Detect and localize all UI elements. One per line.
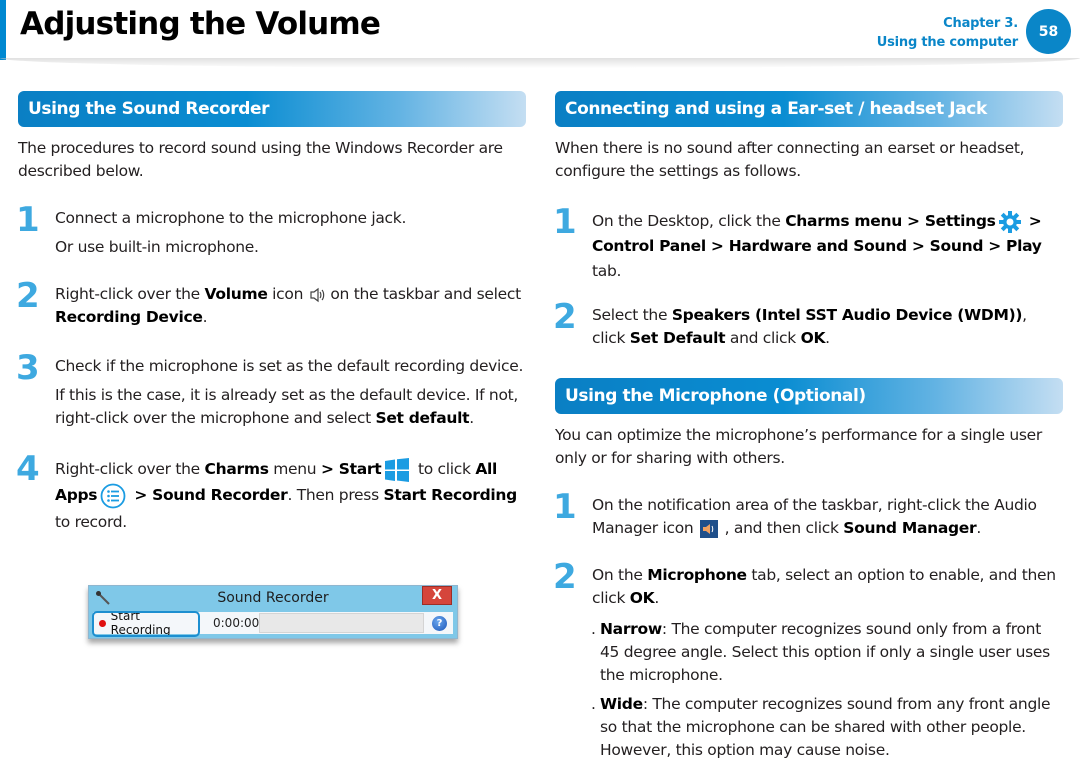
step-number: 2 <box>553 297 577 337</box>
header-accent-bar <box>0 0 6 60</box>
section-intro: When there is no sound after connecting … <box>555 139 1025 180</box>
help-icon[interactable]: ? <box>432 615 447 631</box>
step-text: Connect a microphone to the microphone j… <box>55 209 407 227</box>
step-1: 1 On the notification area of the taskba… <box>553 490 1063 540</box>
sound-recorder-title: Sound Recorder <box>217 590 329 606</box>
step-text: Select the Speakers (Intel SST Audio Dev… <box>592 306 1027 347</box>
step-text: Or use built-in microphone. <box>55 238 259 256</box>
close-button[interactable]: X <box>422 586 452 605</box>
step-number: 4 <box>16 449 40 489</box>
bullet-marker: . <box>591 620 596 638</box>
step-number: 2 <box>553 557 577 597</box>
step-2: 2 Right-click over the Volume icon on th… <box>16 279 526 329</box>
step-number: 2 <box>16 276 40 316</box>
start-recording-highlight <box>92 611 200 637</box>
step-2: 2 On the Microphone tab, select an optio… <box>553 560 1063 610</box>
step-number: 1 <box>553 487 577 527</box>
section-header-microphone: Using the Microphone (Optional) <box>555 378 1063 414</box>
recording-progress-bar <box>259 613 424 633</box>
step-1: 1 On the Desktop, click the Charms menu … <box>553 205 1063 284</box>
step-2: 2 Select the Speakers (Intel SST Audio D… <box>553 300 1063 350</box>
step-text: Right-click over the Charms menu > Start… <box>55 456 526 535</box>
section-header-sound-recorder: Using the Sound Recorder <box>18 91 526 127</box>
chapter-name: Using the computer <box>876 35 1018 50</box>
step-text: If this is the case, it is already set a… <box>55 386 519 427</box>
audio-manager-icon <box>700 519 719 538</box>
option-wide: . Wide: The computer recognizes sound fr… <box>591 695 1051 759</box>
step-number: 1 <box>553 202 577 242</box>
page-number-badge: 58 <box>1026 9 1071 54</box>
right-column: Connecting and using a Ear-set / headset… <box>553 91 1063 762</box>
volume-icon <box>310 287 324 302</box>
section-intro: You can optimize the microphone’s perfor… <box>555 426 1042 467</box>
step-text: On the notification area of the taskbar,… <box>592 496 1037 538</box>
bullet-marker: . <box>591 695 596 713</box>
settings-gear-icon <box>998 210 1021 233</box>
step-text: Check if the microphone is set as the de… <box>55 357 524 375</box>
header-divider <box>0 58 1080 68</box>
left-column: Using the Sound Recorder The procedures … <box>16 91 526 535</box>
all-apps-icon <box>100 483 126 508</box>
section-intro: The procedures to record sound using the… <box>18 139 503 180</box>
chapter-number: Chapter 3. <box>943 16 1018 31</box>
windows-start-icon <box>385 457 410 482</box>
step-text: On the Microphone tab, select an option … <box>592 566 1056 607</box>
step-4: 4 Right-click over the Charms menu > Sta… <box>16 452 526 535</box>
section-header-headset-jack: Connecting and using a Ear-set / headset… <box>555 91 1063 127</box>
step-text: Right-click over the Volume icon on the … <box>55 285 521 326</box>
step-number: 1 <box>16 200 40 240</box>
recording-time: 0:00:00 <box>213 616 260 630</box>
step-number: 3 <box>16 348 40 388</box>
step-3: 3 Check if the microphone is set as the … <box>16 351 526 430</box>
step-text: On the Desktop, click the Charms menu > … <box>592 209 1063 284</box>
chapter-label: Chapter 3. Using the computer <box>877 14 1018 52</box>
page-title: Adjusting the Volume <box>20 6 381 42</box>
option-narrow: . Narrow: The computer recognizes sound … <box>591 620 1050 684</box>
step-1: 1 Connect a microphone to the microphone… <box>16 203 526 259</box>
